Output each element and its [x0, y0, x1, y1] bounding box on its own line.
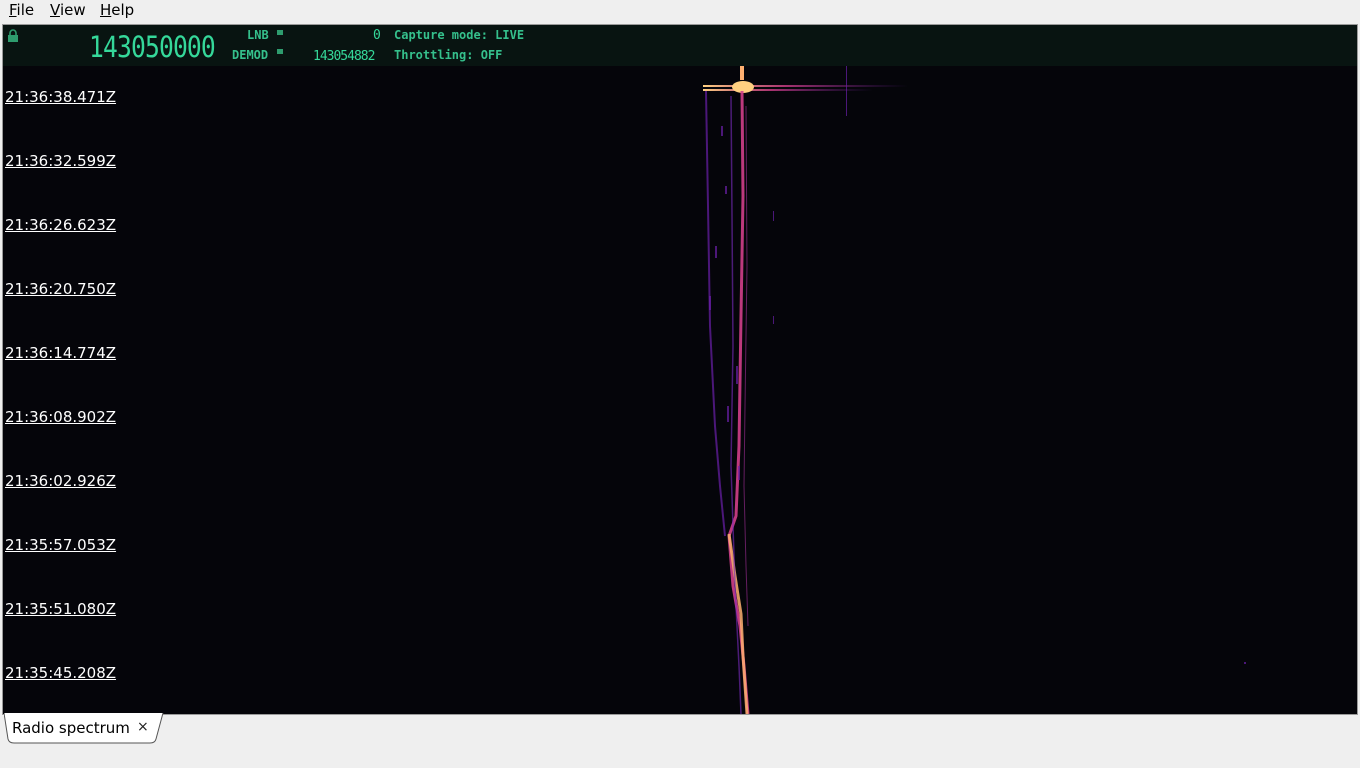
lnb-lock-icon[interactable] [277, 28, 283, 35]
demod-label: DEMOD [232, 48, 269, 62]
capture-mode-status: Capture mode: LIVE [394, 28, 525, 42]
menu-file-rest: ile [16, 1, 35, 19]
demod-value[interactable]: 143054882 [313, 49, 375, 64]
timestamp-label[interactable]: 21:35:51.080Z [5, 600, 116, 618]
menu-view[interactable]: View [50, 1, 86, 19]
menu-view-mnemonic: V [50, 1, 60, 19]
menu-help-mnemonic: H [100, 1, 112, 19]
timestamp-label[interactable]: 21:35:45.208Z [5, 664, 116, 682]
tab-radio-spectrum[interactable]: Radio spectrum × [4, 713, 164, 744]
menu-help[interactable]: Help [100, 1, 134, 19]
spectrum-panel: 143050000 LNB 0 DEMOD 143054882 Capture … [2, 24, 1358, 715]
lnb-label: LNB [247, 28, 269, 42]
timestamp-label[interactable]: 21:36:14.774Z [5, 344, 116, 362]
tab-bar: Radio spectrum × [0, 713, 1360, 768]
menu-file-mnemonic: F [9, 1, 17, 19]
signal-burst-line [703, 89, 873, 91]
frequency-header: 143050000 LNB 0 DEMOD 143054882 Capture … [3, 25, 1357, 66]
menu-help-rest: elp [111, 1, 135, 19]
close-icon[interactable]: × [137, 719, 149, 735]
demod-lock-icon[interactable] [277, 47, 283, 54]
timestamp-label[interactable]: 21:36:02.926Z [5, 472, 116, 490]
throttling-status: Throttling: OFF [394, 48, 503, 62]
lnb-value[interactable]: 0 [373, 28, 381, 43]
menu-bar: File View Help [0, 0, 1360, 22]
signal-burst-top [740, 66, 744, 80]
waterfall-display[interactable] [3, 66, 1357, 714]
menu-file[interactable]: File [9, 1, 34, 19]
timestamp-label[interactable]: 21:36:20.750Z [5, 280, 116, 298]
timestamp-label[interactable]: 21:36:38.471Z [5, 88, 116, 106]
timestamp-label[interactable]: 21:35:57.053Z [5, 536, 116, 554]
timestamp-label[interactable]: 21:36:26.623Z [5, 216, 116, 234]
lock-icon[interactable] [7, 29, 19, 43]
timestamp-label[interactable]: 21:36:08.902Z [5, 408, 116, 426]
main-frequency-display[interactable]: 143050000 [89, 30, 216, 64]
tab-label: Radio spectrum [12, 719, 130, 737]
menu-view-rest: iew [59, 1, 86, 19]
timestamp-label[interactable]: 21:36:32.599Z [5, 152, 116, 170]
